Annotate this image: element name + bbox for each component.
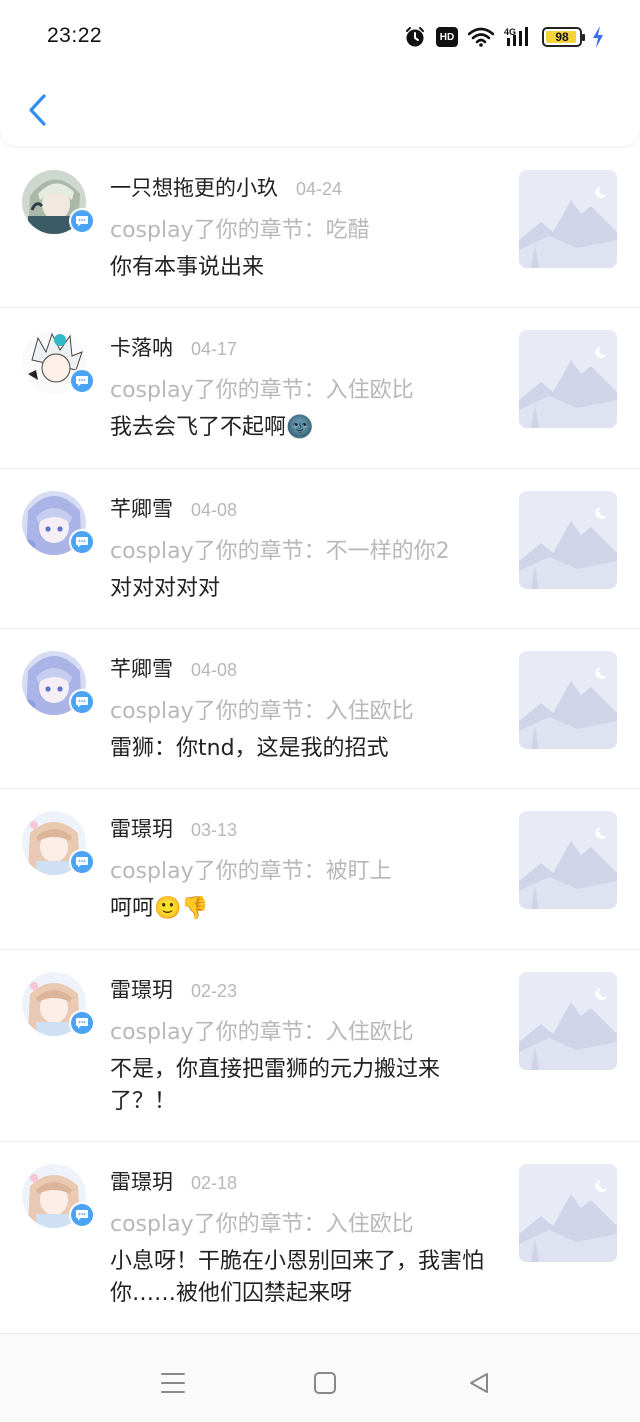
comment-date: 02-23 [191, 981, 238, 1001]
comment-text: 呵呵🙂👎 [110, 893, 490, 925]
home-square-icon [314, 1372, 336, 1394]
comment-body: 小息呀！干脆在小恩别回来了，我害怕你……被他们囚禁起来呀 [110, 1249, 485, 1306]
comment-badge-icon [69, 1010, 95, 1036]
recent-apps-button[interactable] [158, 1368, 188, 1398]
list-item[interactable]: 雷璟玥 02-18 cosplay了你的章节：入住欧比 小息呀！干脆在小恩别回来… [0, 1142, 640, 1334]
list-item[interactable]: 卡落呐 04-17 cosplay了你的章节：入住欧比 我去会飞了不起啊🌚 [0, 308, 640, 469]
home-button[interactable] [310, 1368, 340, 1398]
chapter-thumbnail[interactable] [519, 330, 617, 428]
comment-body: 不是，你直接把雷狮的元力搬过来了？！ [110, 1057, 441, 1114]
comment-text: 对对对对对 [110, 573, 490, 605]
comment-body: 雷狮：你tnd，这是我的招式 [110, 736, 389, 761]
comment-date: 04-24 [296, 179, 343, 199]
name-line: 芊卿雪 04-08 [110, 653, 237, 683]
user-name[interactable]: 雷璟玥 [110, 1166, 173, 1196]
chapter-info: cosplay了你的章节：吃醋 [110, 218, 370, 243]
comment-badge-icon [69, 689, 95, 715]
name-line: 芊卿雪 04-08 [110, 493, 237, 523]
name-line: 卡落呐 04-17 [110, 332, 237, 362]
comment-body: 对对对对对 [110, 576, 221, 601]
comment-badge-icon [69, 1202, 95, 1228]
chapter-info: cosplay了你的章节：被盯上 [110, 859, 392, 884]
smile-thumbs-down-emoji: 🙂👎 [154, 896, 209, 921]
chapter-thumbnail[interactable] [519, 811, 617, 909]
comment-list: 一只想拖更的小玖 04-24 cosplay了你的章节：吃醋 你有本事说出来 卡… [0, 148, 640, 1334]
comment-date: 04-08 [191, 660, 238, 680]
comment-body: 你有本事说出来 [110, 255, 265, 280]
wifi-icon [468, 27, 494, 47]
user-name[interactable]: 一只想拖更的小玖 [110, 172, 278, 202]
comment-badge-icon [69, 368, 95, 394]
name-line: 一只想拖更的小玖 04-24 [110, 172, 342, 202]
chapter-thumbnail[interactable] [519, 972, 617, 1070]
chevron-left-icon [29, 94, 46, 126]
signal-icon: 4G [504, 26, 532, 48]
comment-body: 呵呵 [110, 896, 155, 921]
comment-date: 04-08 [191, 500, 238, 520]
hd-icon: HD [436, 27, 458, 47]
chapter-thumbnail[interactable] [519, 491, 617, 589]
name-line: 雷璟玥 03-13 [110, 813, 237, 843]
comment-badge-icon [69, 208, 95, 234]
status-time: 23:22 [47, 24, 103, 47]
comment-date: 02-18 [191, 1173, 238, 1193]
alarm-icon [404, 26, 426, 48]
list-item[interactable]: 一只想拖更的小玖 04-24 cosplay了你的章节：吃醋 你有本事说出来 [0, 148, 640, 308]
charging-icon [592, 26, 604, 48]
name-line: 雷璟玥 02-18 [110, 1166, 237, 1196]
status-icons: HD 4G 98 [404, 24, 604, 50]
comment-badge-icon [69, 529, 95, 555]
menu-icon [161, 1373, 185, 1393]
header [0, 74, 640, 146]
comment-text: 你有本事说出来 [110, 252, 490, 284]
back-button[interactable] [22, 92, 52, 128]
list-item[interactable]: 雷璟玥 02-23 cosplay了你的章节：入住欧比 不是，你直接把雷狮的元力… [0, 950, 640, 1142]
comment-body: 我去会飞了不起啊 [110, 415, 287, 440]
chapter-thumbnail[interactable] [519, 170, 617, 268]
comment-text: 小息呀！干脆在小恩别回来了，我害怕你……被他们囚禁起来呀 [110, 1246, 490, 1310]
back-triangle-icon [470, 1373, 488, 1393]
back-nav-button[interactable] [464, 1368, 494, 1398]
chapter-info: cosplay了你的章节：入住欧比 [110, 378, 414, 403]
chapter-info: cosplay了你的章节：入住欧比 [110, 1212, 414, 1237]
chapter-thumbnail[interactable] [519, 651, 617, 749]
chapter-thumbnail[interactable] [519, 1164, 617, 1262]
comment-text: 我去会飞了不起啊🌚 [110, 412, 490, 444]
comment-date: 03-13 [191, 820, 238, 840]
system-nav-bar [0, 1334, 640, 1422]
name-line: 雷璟玥 02-23 [110, 974, 237, 1004]
new-moon-face-emoji: 🌚 [286, 415, 314, 440]
battery-level: 98 [555, 30, 569, 44]
battery-icon: 98 [542, 27, 585, 47]
chapter-info: cosplay了你的章节：不一样的你2 [110, 539, 450, 564]
comment-date: 04-17 [191, 339, 238, 359]
user-name[interactable]: 芊卿雪 [110, 493, 173, 523]
comment-badge-icon [69, 849, 95, 875]
status-bar: 23:22 HD 4G 98 [0, 0, 640, 74]
list-item[interactable]: 雷璟玥 03-13 cosplay了你的章节：被盯上 呵呵🙂👎 [0, 789, 640, 950]
user-name[interactable]: 芊卿雪 [110, 653, 173, 683]
comment-text: 不是，你直接把雷狮的元力搬过来了？！ [110, 1054, 490, 1118]
comment-text: 雷狮：你tnd，这是我的招式 [110, 733, 490, 765]
list-item[interactable]: 芊卿雪 04-08 cosplay了你的章节：不一样的你2 对对对对对 [0, 469, 640, 629]
list-item[interactable]: 芊卿雪 04-08 cosplay了你的章节：入住欧比 雷狮：你tnd，这是我的… [0, 629, 640, 789]
chapter-info: cosplay了你的章节：入住欧比 [110, 699, 414, 724]
chapter-info: cosplay了你的章节：入住欧比 [110, 1020, 414, 1045]
user-name[interactable]: 雷璟玥 [110, 813, 173, 843]
user-name[interactable]: 卡落呐 [110, 332, 173, 362]
user-name[interactable]: 雷璟玥 [110, 974, 173, 1004]
